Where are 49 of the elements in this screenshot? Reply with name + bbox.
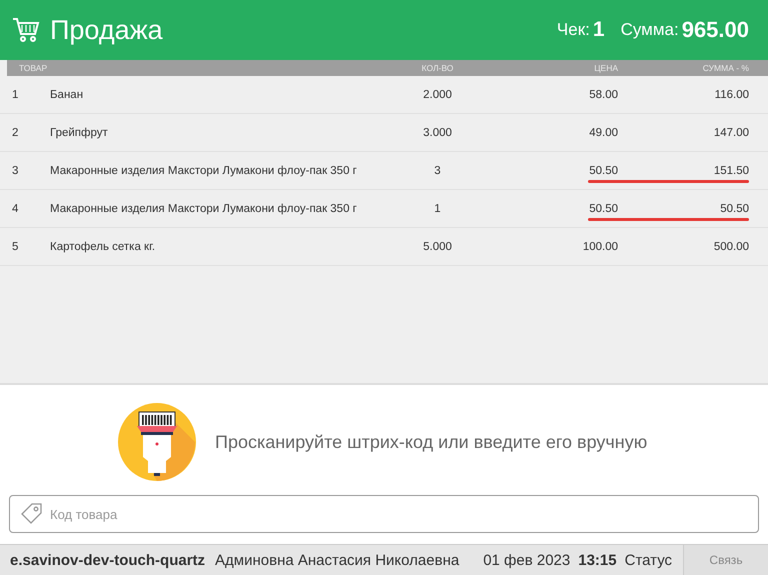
column-header: ТОВАР	[19, 63, 48, 73]
table-row[interactable]: 5 Картофель сетка кг. 5.000 100.00 500.00	[0, 228, 768, 266]
row-number: 1	[12, 88, 20, 100]
cart-icon	[12, 17, 40, 43]
user-name: Админовна Анастасия Николаевна	[215, 552, 460, 568]
barcode-scanner-icon	[117, 402, 197, 482]
quantity-cell-text: 3.000	[422, 126, 453, 138]
sum-cell-text: 50.50	[719, 202, 749, 214]
status-text: Статус	[624, 552, 672, 568]
column-header: ЦЕНА	[593, 63, 618, 73]
quantity-cell-text: 3	[433, 164, 442, 176]
total-label: Сумма:	[620, 20, 679, 40]
column-header: КОЛ-ВО	[420, 63, 454, 73]
sum-cell-text: 500.00	[712, 240, 749, 252]
quantity-cell-text: 1	[433, 202, 442, 214]
table-row[interactable]: 2 Грейпфрут 3.000 49.00 147.00	[0, 114, 768, 152]
price-cell-text: 50.50	[588, 164, 618, 176]
time-text: 13:15	[578, 552, 617, 568]
receipt-number: 1	[592, 18, 605, 42]
price-cell-text: 100.00	[582, 240, 618, 252]
quantity-cell-text: 5.000	[422, 240, 453, 252]
table-row[interactable]: 4 Макаронные изделия Макстори Лумакони флоу-пак 350 г 1 50.50 50.50	[0, 190, 768, 228]
sum-cell-text: 151.50	[712, 164, 749, 176]
row-number: 2	[12, 126, 20, 138]
column-header: СУММА - %	[702, 63, 749, 73]
table-row[interactable]: 1 Банан 2.000 58.00 116.00	[0, 76, 768, 114]
price-cell-text: 49.00	[588, 126, 618, 138]
scan-prompt: Просканируйте штрих-код или введите его вручную	[215, 432, 648, 452]
receipt-label: Чек:	[556, 20, 590, 40]
quantity-cell-text: 2.000	[422, 88, 453, 100]
price-cell-text: 58.00	[588, 88, 618, 100]
tag-icon	[19, 502, 43, 526]
product-name: Макаронные изделия Макстори Лумакони флоу-пак 350 г	[50, 164, 358, 176]
page-title: Продажа	[50, 14, 164, 46]
price-cell-text: 50.50	[588, 202, 618, 214]
host-name: e.savinov-dev-touch-quartz	[10, 552, 206, 568]
barcode-field[interactable]: Код товара	[9, 495, 759, 533]
row-number: 3	[12, 164, 20, 176]
sum-cell-text: 116.00	[714, 88, 749, 100]
product-name: Банан	[50, 88, 84, 100]
product-name: Грейпфрут	[50, 126, 109, 138]
total-value: 965.00	[682, 17, 749, 43]
product-name: Картофель сетка кг.	[50, 240, 156, 252]
row-number: 4	[12, 202, 20, 214]
sum-cell-text: 147.00	[712, 126, 749, 138]
row-number: 5	[12, 240, 20, 252]
table-row[interactable]: 3 Макаронные изделия Макстори Лумакони флоу-пак 350 г 3 50.50 151.50	[0, 152, 768, 190]
date-text: 01 фев 2023	[483, 552, 570, 568]
product-name: Макаронные изделия Макстори Лумакони флоу-пак 350 г	[50, 202, 358, 214]
